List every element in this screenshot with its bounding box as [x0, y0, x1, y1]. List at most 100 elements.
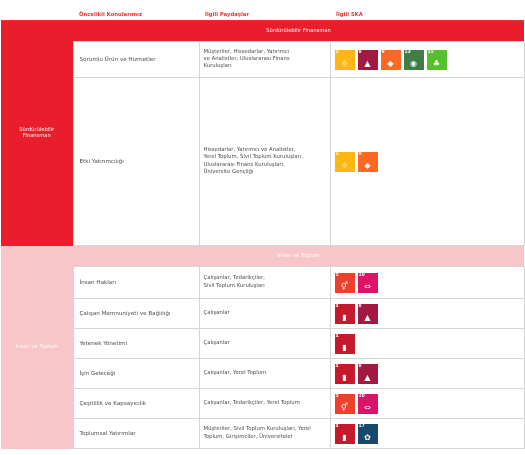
sdg-number: 9	[381, 49, 385, 55]
book-icon: ▮	[342, 432, 347, 442]
sdg-tile-5: 5 ⚥	[334, 393, 355, 414]
sdg-number: 5	[335, 272, 339, 278]
sdg-cell: 5 ⚥ 10 ⇔	[329, 388, 525, 419]
stakeholders-cell: Müşteriler, Hissedarlar, Yatırımcı ve An…	[198, 41, 331, 78]
topic-cell: İnsan Hakları	[72, 266, 200, 299]
table-row: Sorumlu Ürün ve Hizmetler Müşteriler, His…	[1, 41, 525, 78]
sdg-cell: 4 ▮	[329, 328, 525, 359]
sdg-tile-17: 17 ✿	[357, 423, 378, 444]
sdg-tile-4: 4 ▮	[334, 423, 355, 444]
sdg-tile-1: 1 ☼	[334, 49, 355, 70]
sdg-number: 10	[358, 393, 365, 399]
cubes-icon: ◆	[364, 160, 371, 170]
stakeholders-cell: Çalışanlar, Tedarikçiler, Sivil Toplum K…	[198, 266, 331, 299]
page: Öncelikli Konularımız İlgili Paydaşlar İ…	[0, 0, 525, 455]
people-icon: ☼	[340, 58, 349, 68]
sdg-tile-4: 4 ▮	[334, 363, 355, 384]
topic-cell: Yetenek Yönetimi	[72, 328, 200, 359]
stakeholders-cell: Müşteriler, Sivil Toplum Kuruluşları, Ye…	[198, 418, 331, 449]
table-row: Çalışan Memnuniyeti ve Bağlılığı Çalışanl…	[1, 298, 525, 329]
sdg-number: 4	[335, 423, 339, 429]
header-stakeholders: İlgili Paydaşlar	[199, 0, 330, 21]
sdg-number: 1	[335, 49, 339, 55]
sdg-cell: 5 ⚥ 10 ⇔	[329, 266, 525, 299]
sdg-number: 13	[404, 49, 411, 55]
sdg-cell: 4 ▮ 8 ▲	[329, 298, 525, 329]
sdg-number: 9	[358, 151, 362, 157]
sdg-number: 4	[335, 363, 339, 369]
stakeholders-cell: Hissedarlar, Yatırımcı ve Analistler, Ye…	[198, 77, 331, 246]
section-group-cell: Sürdürülebilir Finansman	[1, 20, 73, 246]
section-banner: Sürdürülebilir Finansman	[73, 20, 524, 42]
tree-icon: ♣	[432, 58, 441, 68]
sdg-number: 1	[335, 151, 339, 157]
book-icon: ▮	[342, 342, 347, 352]
topic-cell: Toplumsal Yatırımlar	[72, 418, 200, 449]
topic-cell: İşin Geleceği	[72, 358, 200, 389]
priority-topics-table: Öncelikli Konularımız İlgili Paydaşlar İ…	[1, 0, 525, 449]
topic-cell: Sorumlu Ürün ve Hizmetler	[72, 41, 200, 78]
sdg-number: 15	[427, 49, 434, 55]
table-row: Yetenek Yönetimi Çalışanlar 4 ▮	[1, 328, 525, 359]
stakeholders-cell: Çalışanlar	[198, 298, 331, 329]
equality-icon: ⇔	[364, 402, 371, 412]
cubes-icon: ◆	[387, 58, 394, 68]
sdg-tile-4: 4 ▮	[334, 303, 355, 324]
partnership-icon: ✿	[364, 432, 371, 442]
sdg-tile-1: 1 ☼	[334, 151, 355, 172]
topic-cell: Etki Yatırımcılığı	[72, 77, 200, 246]
topic-cell: Çeşitlilik ve Kapsayıcılık	[72, 388, 200, 419]
header-topics: Öncelikli Konularımız	[73, 0, 199, 21]
sdg-tile-9: 9 ◆	[357, 151, 378, 172]
sdg-tile-13: 13 ◉	[403, 49, 424, 70]
sdg-tiles: 4 ▮ 8 ▲	[334, 303, 524, 324]
stakeholders-cell: Çalışanlar, Yerel Toplum	[198, 358, 331, 389]
sdg-tile-15: 15 ♣	[426, 49, 447, 70]
table-row: Toplumsal Yatırımlar Müşteriler, Sivil To…	[1, 418, 525, 449]
sdg-number: 8	[358, 303, 362, 309]
sdg-number: 17	[358, 423, 365, 429]
sdg-number: 4	[335, 303, 339, 309]
section-group-cell: İnsan ve Toplum	[1, 245, 73, 449]
sdg-cell: 4 ▮ 8 ▲	[329, 358, 525, 389]
growth-chart-icon: ▲	[364, 58, 371, 68]
sdg-number: 8	[358, 363, 362, 369]
sdg-number: 10	[358, 272, 365, 278]
header-blank	[1, 0, 73, 21]
sdg-tile-10: 10 ⇔	[357, 272, 378, 293]
stakeholders-cell: Çalışanlar	[198, 328, 331, 359]
sdg-tiles: 4 ▮	[334, 333, 524, 354]
sdg-cell: 1 ☼ 9 ◆	[329, 77, 525, 246]
gender-icon: ⚥	[340, 402, 349, 412]
gender-icon: ⚥	[340, 281, 349, 291]
sdg-tile-10: 10 ⇔	[357, 393, 378, 414]
growth-chart-icon: ▲	[364, 312, 371, 322]
section-banner-row: İnsan ve Toplum İnsan ve Toplum	[1, 245, 524, 449]
table-row: Çeşitlilik ve Kapsayıcılık Çalışanlar, Te…	[1, 388, 525, 419]
sdg-tiles: 1 ☼ 9 ◆	[334, 151, 524, 172]
table-row: İşin Geleceği Çalışanlar, Yerel Toplum 4 ▮ 8…	[1, 358, 525, 389]
sdg-tiles: 5 ⚥ 10 ⇔	[334, 393, 524, 414]
sdg-tiles: 4 ▮ 17 ✿	[334, 423, 524, 444]
section-group-label: İnsan ve Toplum	[15, 343, 58, 350]
sdg-number: 5	[335, 393, 339, 399]
growth-chart-icon: ▲	[364, 372, 371, 382]
sdg-tile-8: 8 ▲	[357, 303, 378, 324]
book-icon: ▮	[342, 312, 347, 322]
section-banner: İnsan ve Toplum	[73, 245, 524, 267]
section-banner-row: Sürdürülebilir Finansman Sürdürülebilir F…	[1, 20, 524, 246]
table-row: İnsan Hakları Çalışanlar, Tedarikçiler, S…	[1, 266, 525, 299]
sdg-tiles: 5 ⚥ 10 ⇔	[334, 272, 524, 293]
sdg-tile-5: 5 ⚥	[334, 272, 355, 293]
stakeholders-cell: Çalışanlar, Tedarikçiler, Yerel Toplum	[198, 388, 331, 419]
equality-icon: ⇔	[364, 281, 371, 291]
table-row: Etki Yatırımcılığı Hissedarlar, Yatırımcı…	[1, 77, 525, 246]
sdg-tile-4: 4 ▮	[334, 333, 355, 354]
sdg-tile-8: 8 ▲	[357, 49, 378, 70]
section-group-label: Sürdürülebilir Finansman	[19, 126, 55, 140]
table-header-row: Öncelikli Konularımız İlgili Paydaşlar İ…	[1, 0, 524, 21]
sdg-tile-8: 8 ▲	[357, 363, 378, 384]
sdg-cell: 1 ☼ 8 ▲ 9 ◆ 13 ◉ 15 ♣	[329, 41, 525, 78]
header-sdgs: İlgili SKA	[330, 0, 524, 21]
eye-icon: ◉	[410, 58, 417, 68]
